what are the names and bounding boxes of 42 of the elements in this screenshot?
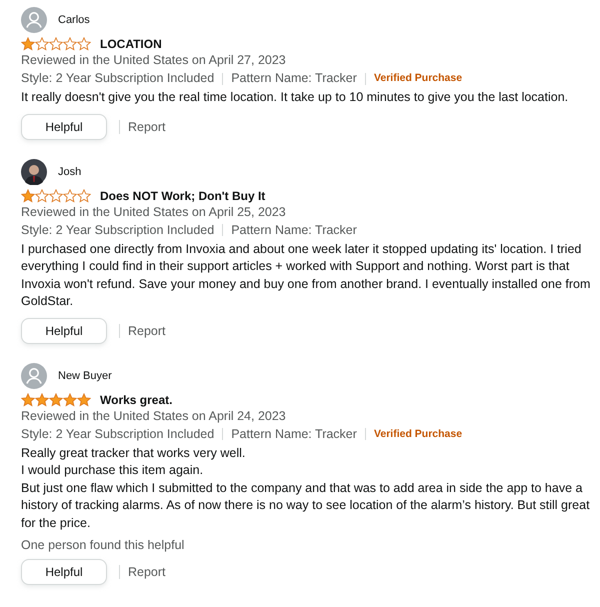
- style-label: Style: 2 Year Subscription Included: [21, 222, 214, 238]
- helpful-button[interactable]: Helpful: [21, 114, 107, 140]
- reviewer-name: Carlos: [58, 14, 90, 26]
- empty-star-icon: [77, 188, 91, 202]
- review-date: Reviewed in the United States on April 25, 2023: [21, 204, 287, 220]
- reviewer-name: New Buyer: [58, 370, 112, 382]
- review-title: Works great.: [100, 392, 172, 406]
- style-label: Style: 2 Year Subscription Included: [21, 70, 214, 87]
- empty-star-icon: [63, 188, 77, 202]
- pattern-label: Pattern Name: Tracker: [231, 222, 357, 238]
- empty-star-icon: [49, 37, 63, 51]
- review-text: It really doesn't give you the real time location. It take up to 10 minutes to give you the last location.: [21, 89, 570, 106]
- review-text: But just one flaw which I submitted to the company and that was to add area in side the app to have a history of tracking alarms. As of now there is no way to see location of the alarm’s history. But still great for the price.: [21, 480, 591, 532]
- review-title: LOCATION: [100, 37, 162, 51]
- pattern-label: Pattern Name: Tracker: [231, 70, 357, 87]
- style-label: Style: 2 Year Subscription Included: [21, 426, 214, 442]
- filled-star-icon: [77, 392, 91, 406]
- filled-star-icon: [21, 392, 35, 406]
- review-text: I purchased one directly from Invoxia and about one week later it stopped updating its' location. I tried everything I could find in their support articles + worked with Support and nothing. Worst part is that Invoxia won't refund. Save your money and buy one from another brand. I eventually installed one from GoldStar.: [21, 240, 592, 310]
- report-link[interactable]: Report: [128, 565, 166, 579]
- review-title: Does NOT Work; Don't Buy It: [100, 188, 266, 202]
- filled-star-icon: [63, 392, 77, 406]
- helpful-count: One person found this helpful: [21, 538, 186, 552]
- verified-purchase-label: Verified Purchase: [374, 71, 462, 86]
- review-date: Reviewed in the United States on April 27, 2023: [21, 52, 287, 69]
- review-text: Really great tracker that works very well.: [21, 444, 246, 462]
- empty-star-icon: [49, 188, 63, 202]
- reviewer-name: Josh: [58, 166, 82, 178]
- pattern-label: Pattern Name: Tracker: [231, 426, 357, 442]
- filled-star-icon: [49, 392, 63, 406]
- empty-star-icon: [77, 37, 91, 51]
- review-text: I would purchase this item again.: [21, 462, 204, 479]
- filled-star-icon: [21, 37, 35, 51]
- helpful-button[interactable]: Helpful: [21, 318, 107, 344]
- verified-purchase-label: Verified Purchase: [374, 426, 462, 442]
- report-link[interactable]: Report: [128, 324, 166, 338]
- filled-star-icon: [21, 188, 35, 202]
- helpful-button[interactable]: Helpful: [21, 559, 107, 585]
- filled-star-icon: [35, 392, 49, 406]
- report-link[interactable]: Report: [128, 120, 166, 134]
- review-date: Reviewed in the United States on April 24, 2023: [21, 408, 287, 424]
- empty-star-icon: [63, 37, 77, 51]
